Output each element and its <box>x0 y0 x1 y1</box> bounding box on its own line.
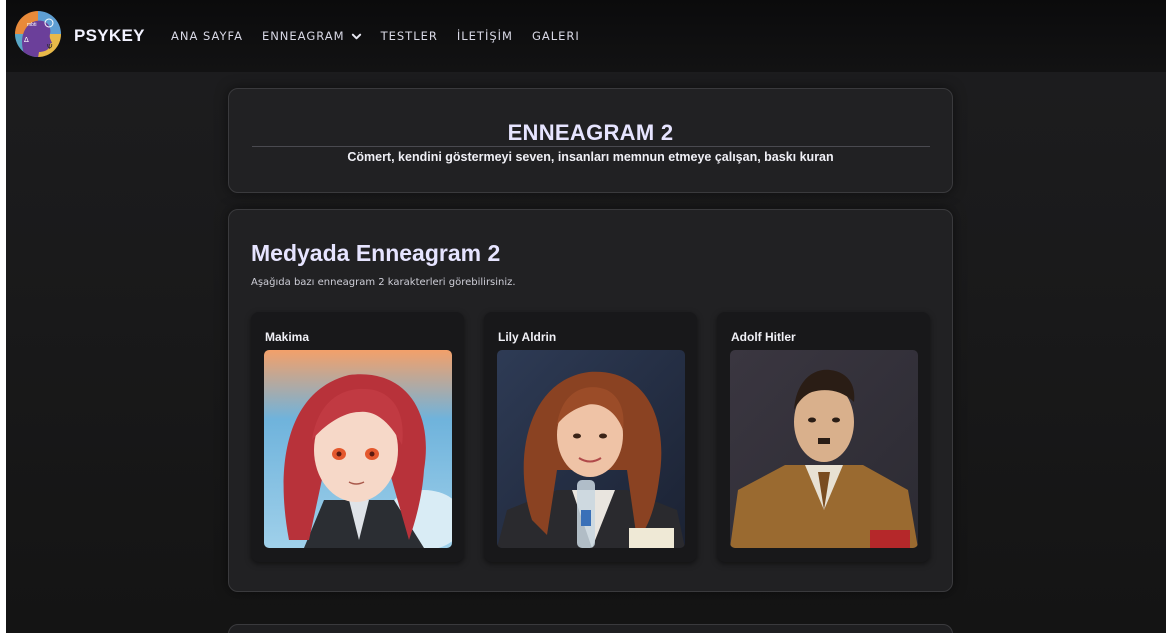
svg-text:mbti: mbti <box>27 22 36 28</box>
media-card: Medyada Enneagram 2 Aşağıda bazı enneagr… <box>228 209 953 592</box>
psykey-logo-icon[interactable]: mbti Δ Ψ <box>14 10 62 58</box>
next-section-card <box>228 624 953 633</box>
character-image-makima[interactable] <box>264 350 452 548</box>
character-name: Lily Aldrin <box>498 330 557 344</box>
title-divider <box>252 146 930 147</box>
page-title: ENNEAGRAM 2 <box>507 120 674 145</box>
svg-text:Δ: Δ <box>24 36 29 44</box>
nav-menu: ANA SAYFA ENNEAGRAM TESTLER İLETİŞİM GAL… <box>171 29 599 43</box>
nav-link-home[interactable]: ANA SAYFA <box>171 29 243 43</box>
nav-link-tests[interactable]: TESTLER <box>381 29 438 43</box>
svg-text:Ψ: Ψ <box>47 43 53 51</box>
character-card-adolf-hitler[interactable]: Adolf Hitler <box>717 312 930 562</box>
character-image-adolf-hitler[interactable] <box>730 350 918 548</box>
window-edge-right <box>1166 0 1172 633</box>
brand-name[interactable]: PSYKEY <box>74 26 145 46</box>
page: mbti Δ Ψ PSYKEY ANA SAYFA ENNEAGRAM TEST… <box>6 0 1166 633</box>
nav-link-enneagram[interactable]: ENNEAGRAM <box>262 29 362 43</box>
media-description: Aşağıda bazı enneagram 2 karakterleri gö… <box>251 277 516 288</box>
media-title: Medyada Enneagram 2 <box>251 240 501 266</box>
page-subtitle: Cömert, kendini göstermeyi seven, insanl… <box>347 150 834 164</box>
hero-card: ENNEAGRAM 2 Cömert, kendini göstermeyi s… <box>228 88 953 193</box>
character-card-makima[interactable]: Makima <box>251 312 464 562</box>
chevron-down-icon <box>351 33 361 39</box>
character-card-lily-aldrin[interactable]: Lily Aldrin <box>484 312 697 562</box>
character-image-lily-aldrin[interactable] <box>497 350 685 548</box>
window-edge-left <box>0 0 6 633</box>
nav-link-enneagram-label: ENNEAGRAM <box>261 29 345 43</box>
navbar: mbti Δ Ψ PSYKEY ANA SAYFA ENNEAGRAM TEST… <box>6 0 1166 72</box>
character-name: Makima <box>265 330 310 344</box>
character-name: Adolf Hitler <box>731 330 796 344</box>
nav-link-contact[interactable]: İLETİŞİM <box>457 29 513 43</box>
nav-link-gallery[interactable]: GALERI <box>532 29 580 43</box>
